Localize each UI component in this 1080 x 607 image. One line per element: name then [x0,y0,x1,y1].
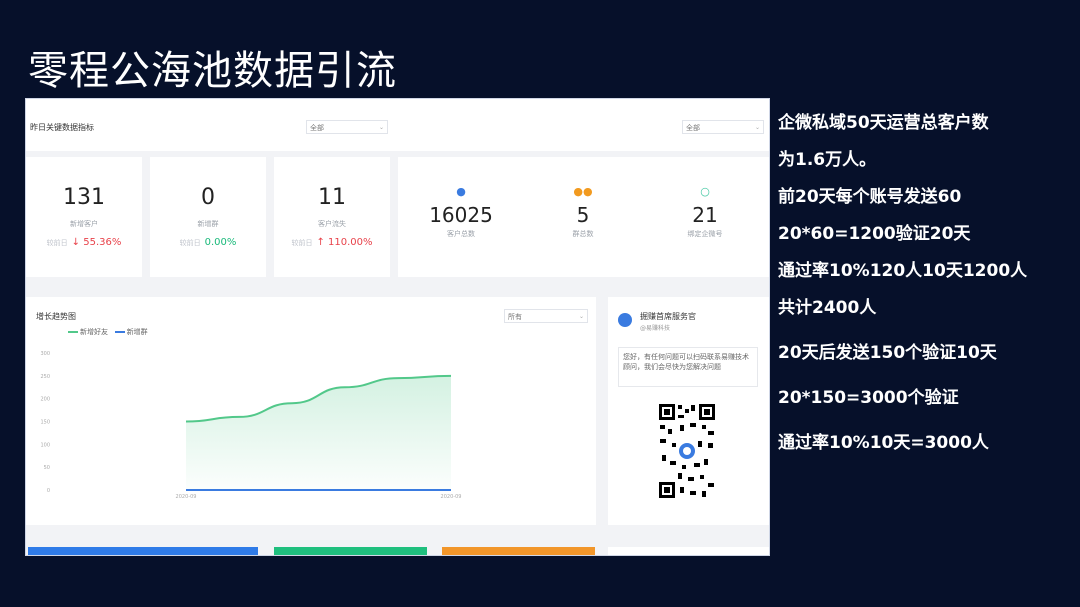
person-icon: ● [456,185,466,198]
kpi-label: 新增客户 [70,220,98,228]
bound-accounts: ○ 21 绑定企微号 [650,185,760,239]
note-line: 共计2400人 [778,298,877,318]
note-line: 企微私域50天运营总客户数 [778,113,989,133]
filter-select-2[interactable]: 全部 ⌄ [682,120,764,134]
y-tick-label: 0 [47,488,50,494]
y-tick-label: 150 [40,420,50,426]
x-tick-label: 2020-09 [176,494,197,500]
y-tick-label: 100 [40,442,50,448]
avatar [618,313,632,327]
kpi-value: 11 [318,185,346,210]
bottom-tab-orange[interactable] [442,547,595,555]
y-tick-label: 250 [40,374,50,380]
kpi-label: 客户流失 [318,220,346,228]
slide-title: 零程公海池数据引流 [28,48,397,94]
qr-code-icon[interactable] [658,403,716,499]
service-card: 掘赚首席服务官 @易赚科技 您好，有任何问题可以扫码联系易赚技术顾问，我们会尽快… [608,297,769,525]
header-title: 昨日关键数据指标 [30,123,94,132]
chevron-down-icon: ⌄ [754,124,760,131]
leaf-icon: ○ [700,185,710,198]
note-line: 通过率10%120人10天1200人 [778,261,1028,281]
service-message: 您好，有任何问题可以扫码联系易赚技术顾问，我们会尽快为您解决问题 [618,347,758,387]
chevron-down-icon: ⌄ [378,124,384,131]
note-line: 20*60=1200验证20天 [778,224,971,244]
note-line: 前20天每个账号发送60 [778,187,962,207]
note-line: 通过率10%10天=3000人 [778,433,989,453]
y-tick-label: 200 [40,397,50,403]
trend-chart: 300 250 200 150 100 50 0 2020-09 2020-09 [40,351,462,500]
bottom-tab-blue[interactable] [28,547,258,555]
dashboard-screenshot: 昨日关键数据指标 全部 ⌄ 全部 ⌄ 131 新增客户 较前日 ↓ 55.36% 0 … [25,98,770,556]
totals-card: ● 16025 客户总数 ●● 5 群总数 ○ 21 绑定企微号 [398,157,769,277]
total-customers: ● 16025 客户总数 [406,185,516,239]
note-line: 为1.6万人。 [778,150,877,170]
group-icon: ●● [573,185,593,198]
kpi-card-lost-customers: 11 客户流失 较前日 ↑ 110.00% [274,157,390,277]
kpi-change: 较前日 ↓ 55.36% [46,237,122,248]
note-line: 20天后发送150个验证10天 [778,343,997,363]
kpi-label: 新增群 [197,220,219,228]
kpi-value: 131 [63,185,105,210]
note-line: 20*150=3000个验证 [778,388,959,408]
total-groups: ●● 5 群总数 [528,185,638,239]
service-sub: @易赚科技 [640,325,671,332]
bottom-tab-white[interactable] [608,547,769,555]
y-tick-label: 300 [40,351,50,357]
bottom-tab-green[interactable] [274,547,427,555]
kpi-change: 较前日 0.00% [179,237,237,248]
kpi-card-new-customers: 131 新增客户 较前日 ↓ 55.36% [26,157,142,277]
dashboard-header: 昨日关键数据指标 全部 ⌄ 全部 ⌄ [26,99,769,151]
filter-select-1[interactable]: 全部 ⌄ [306,120,388,134]
service-name: 掘赚首席服务官 [640,312,696,321]
trend-chart-card: 增长趋势图 所有 ⌄ 新增好友 新增群 300 250 200 150 100 50 0 202… [26,297,596,525]
x-tick-label: 2020-09 [441,494,462,500]
kpi-change: 较前日 ↑ 110.00% [291,237,373,248]
kpi-value: 0 [201,185,215,210]
series-area [186,375,451,490]
y-tick-label: 50 [44,465,50,471]
kpi-card-new-groups: 0 新增群 较前日 0.00% [150,157,266,277]
